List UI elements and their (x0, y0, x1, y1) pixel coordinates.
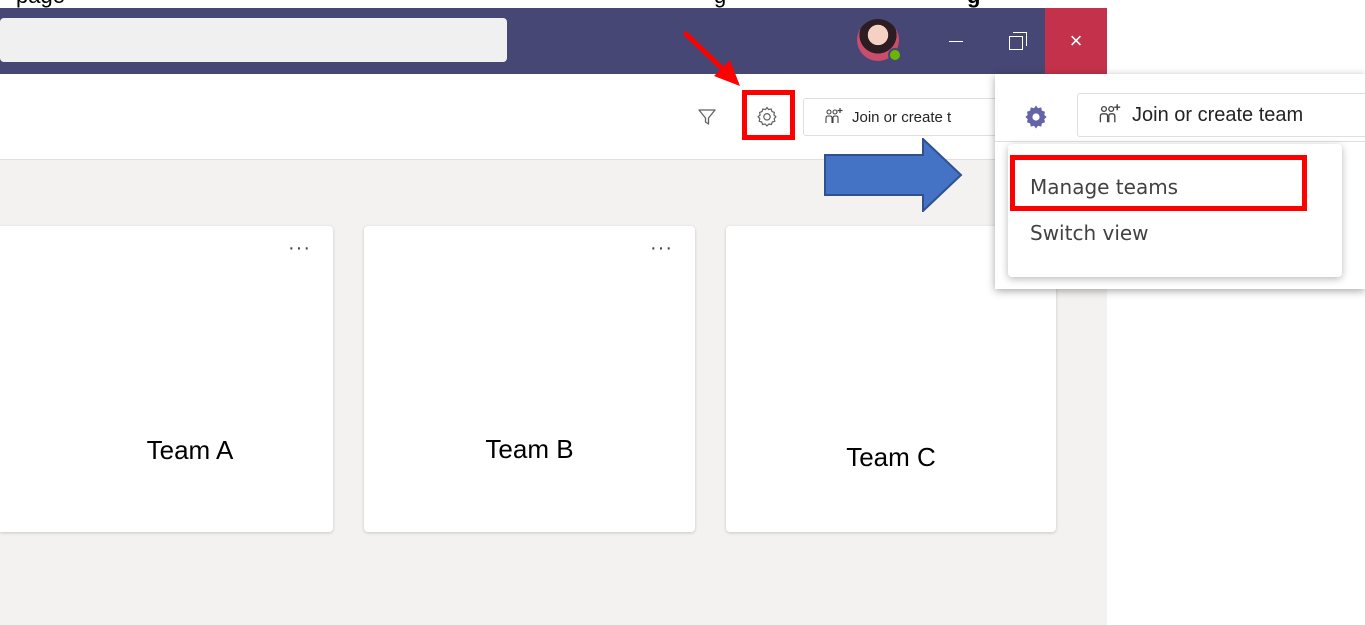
caption-left-text: page (16, 0, 65, 7)
teams-window: × Join or create t ··· Team A ··· Team B (0, 8, 1107, 625)
more-options-icon[interactable]: ··· (288, 238, 311, 258)
restore-button[interactable] (985, 8, 1047, 74)
team-card[interactable]: ··· Team A (0, 226, 333, 532)
minimize-icon (949, 40, 963, 42)
inset-header: Join or create team (995, 74, 1365, 142)
caption-right-text: g (967, 0, 980, 7)
search-input[interactable] (0, 18, 507, 62)
people-add-icon (1099, 104, 1121, 123)
title-bar: × (0, 8, 1107, 74)
team-card[interactable]: ··· Team B (364, 226, 695, 532)
presence-available-icon (888, 48, 902, 62)
close-icon: × (1069, 28, 1083, 53)
manage-teams-highlight-box (1010, 155, 1307, 211)
join-or-create-team-button[interactable]: Join or create team (1077, 93, 1365, 137)
team-name: Team B (485, 434, 574, 464)
close-button[interactable]: × (1045, 8, 1107, 74)
people-add-icon (825, 108, 843, 123)
join-button-label: Join or create t (852, 108, 952, 126)
restore-icon (1009, 32, 1027, 50)
team-name: Team C (846, 442, 936, 472)
gear-icon[interactable] (1024, 105, 1048, 129)
more-options-icon[interactable]: ··· (650, 238, 673, 258)
blue-arrow-annotation (824, 138, 963, 212)
filter-icon[interactable] (696, 106, 718, 128)
settings-highlight-box (742, 90, 795, 140)
caption-middle-text: g (714, 0, 726, 7)
red-arrow-annotation (683, 31, 740, 86)
menu-item-switch-view[interactable]: Switch view (1008, 210, 1342, 256)
minimize-button[interactable] (925, 8, 987, 74)
join-or-create-team-button[interactable]: Join or create t (803, 98, 1003, 136)
document-caption: page g g (0, 0, 1365, 8)
join-button-label: Join or create team (1132, 103, 1304, 126)
team-name: Team A (146, 435, 234, 465)
